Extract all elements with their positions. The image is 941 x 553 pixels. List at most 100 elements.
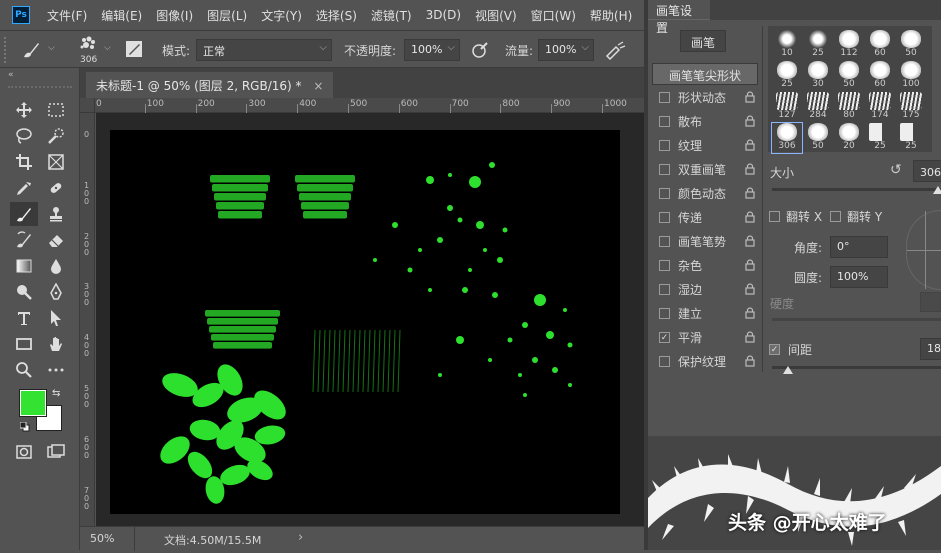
menu-view[interactable]: 视图(V) xyxy=(468,7,524,24)
lock-icon[interactable] xyxy=(745,91,755,103)
brush-option-row[interactable]: 建立 xyxy=(652,302,756,325)
brush-tip-cell[interactable]: 20 xyxy=(834,123,864,153)
brush-tip-shape-item[interactable]: 画笔笔尖形状 xyxy=(652,63,758,85)
brush-option-checkbox[interactable] xyxy=(659,356,670,367)
status-menu-arrow-icon[interactable]: › xyxy=(298,530,303,545)
flip-y-checkbox[interactable] xyxy=(830,211,841,222)
menu-edit[interactable]: 编辑(E) xyxy=(94,7,149,24)
brush-tip-cell[interactable]: 60 xyxy=(865,30,895,60)
eraser-tool-icon[interactable] xyxy=(42,228,70,252)
menu-filter[interactable]: 滤镜(T) xyxy=(364,7,419,24)
flip-x-option[interactable]: 翻转 X xyxy=(769,208,822,225)
path-select-tool-icon[interactable] xyxy=(42,306,70,330)
brush-option-checkbox[interactable] xyxy=(659,164,670,175)
brush-option-row[interactable]: 保护纹理 xyxy=(652,350,756,373)
lock-icon[interactable] xyxy=(745,163,755,175)
angle-roundness-widget[interactable] xyxy=(906,210,941,290)
brush-option-checkbox[interactable] xyxy=(659,236,670,247)
brush-option-row[interactable]: 双重画笔 xyxy=(652,158,756,181)
menu-file[interactable]: 文件(F) xyxy=(40,7,94,24)
stamp-tool-icon[interactable] xyxy=(42,202,70,226)
spacing-checkbox[interactable]: ✓ xyxy=(769,344,780,355)
brush-tip-cell[interactable]: 174 xyxy=(865,92,895,122)
brush-tool-icon[interactable] xyxy=(10,202,38,226)
type-tool-icon[interactable] xyxy=(10,306,38,330)
brushes-panel-button[interactable]: 画笔 xyxy=(680,30,726,52)
brush-tip-cell[interactable]: 306 xyxy=(771,122,803,154)
brush-option-checkbox[interactable] xyxy=(659,284,670,295)
size-slider-thumb[interactable] xyxy=(933,186,941,194)
frame-tool-icon[interactable] xyxy=(42,150,70,174)
default-colors-icon[interactable] xyxy=(19,421,30,432)
brush-option-row[interactable]: 形状动态 xyxy=(652,86,756,109)
spacing-option[interactable]: ✓ 间距 xyxy=(769,341,812,358)
rectangle-tool-icon[interactable] xyxy=(10,332,38,356)
quick-select-tool-icon[interactable] xyxy=(42,124,70,148)
document-canvas[interactable] xyxy=(110,130,620,514)
brush-tip-cell[interactable]: 284 xyxy=(803,92,833,122)
lock-icon[interactable] xyxy=(745,331,755,343)
options-bar-grip[interactable] xyxy=(4,37,10,63)
ruler-origin[interactable] xyxy=(80,98,95,113)
airbrush-icon[interactable] xyxy=(604,40,626,61)
history-brush-tool-icon[interactable] xyxy=(10,228,38,252)
pen-tool-icon[interactable] xyxy=(42,280,70,304)
lock-icon[interactable] xyxy=(745,115,755,127)
lock-icon[interactable] xyxy=(745,211,755,223)
brush-option-row[interactable]: 杂色 xyxy=(652,254,756,277)
brush-tip-cell[interactable]: 127 xyxy=(772,92,802,122)
eyedropper-tool-icon[interactable] xyxy=(10,176,38,200)
menu-select[interactable]: 选择(S) xyxy=(309,7,364,24)
panel-tab-brush-settings[interactable]: 画笔设置 xyxy=(648,0,710,35)
flip-y-option[interactable]: 翻转 Y xyxy=(830,208,882,225)
dodge-tool-icon[interactable] xyxy=(10,280,38,304)
tool-preset-chevron-icon[interactable]: ⌵ xyxy=(48,43,55,53)
collapse-chevron-icon[interactable]: « xyxy=(8,70,14,80)
lasso-tool-icon[interactable] xyxy=(10,124,38,148)
foreground-color-swatch[interactable] xyxy=(19,389,47,417)
brush-option-row[interactable]: 纹理 xyxy=(652,134,756,157)
menu-help[interactable]: 帮助(H) xyxy=(583,7,639,24)
brush-option-row[interactable]: 传递 xyxy=(652,206,756,229)
brush-tip-cell[interactable]: 30 xyxy=(803,61,833,91)
swap-colors-icon[interactable]: ⇆ xyxy=(52,388,60,399)
zoom-tool-icon[interactable] xyxy=(10,358,38,382)
hand-tool-icon[interactable] xyxy=(42,332,70,356)
menu-layer[interactable]: 图层(L) xyxy=(200,7,254,24)
brush-tip-cell[interactable]: 25 xyxy=(803,30,833,60)
canvas-area[interactable] xyxy=(96,113,644,526)
brush-tip-cell[interactable]: 25 xyxy=(896,123,926,153)
menu-3d[interactable]: 3D(D) xyxy=(419,8,468,22)
lock-icon[interactable] xyxy=(745,355,755,367)
close-tab-icon[interactable]: × xyxy=(313,79,323,93)
brush-option-checkbox[interactable] xyxy=(659,212,670,223)
spot-heal-tool-icon[interactable] xyxy=(42,176,70,200)
menu-window[interactable]: 窗口(W) xyxy=(524,7,583,24)
brush-tip-cell[interactable]: 175 xyxy=(896,92,926,122)
quick-mask-icon[interactable] xyxy=(10,440,38,464)
brush-option-checkbox[interactable] xyxy=(659,140,670,151)
brush-panel-toggle-icon[interactable] xyxy=(124,39,144,59)
flip-x-checkbox[interactable] xyxy=(769,211,780,222)
size-input[interactable]: 306 像 xyxy=(913,160,941,182)
angle-input[interactable]: 0° xyxy=(830,236,888,258)
ruler-vertical[interactable]: 0 1 0 0 2 0 0 3 0 0 4 0 0 5 0 0 6 0 0 7 0 0 xyxy=(80,113,95,526)
brush-tip-cell[interactable]: 50 xyxy=(896,30,926,60)
menu-image[interactable]: 图像(I) xyxy=(149,7,200,24)
brush-preset-thumb-icon[interactable] xyxy=(78,35,100,53)
brush-tip-cell[interactable]: 80 xyxy=(834,92,864,122)
zoom-level[interactable]: 50% xyxy=(90,532,114,545)
ruler-horizontal[interactable]: 0 100 200 300 400 500 600 700 800 900 1000 xyxy=(80,98,644,113)
brush-tip-cell[interactable]: 60 xyxy=(865,61,895,91)
size-slider[interactable] xyxy=(772,188,941,191)
flow-input[interactable]: 100% ⌵ xyxy=(538,39,594,61)
brush-option-checkbox[interactable] xyxy=(659,260,670,271)
lock-icon[interactable] xyxy=(745,139,755,151)
brush-option-row[interactable]: 湿边 xyxy=(652,278,756,301)
brush-tip-cell[interactable]: 50 xyxy=(834,61,864,91)
brush-tip-cell[interactable]: 50 xyxy=(803,123,833,153)
spacing-slider-thumb[interactable] xyxy=(783,366,793,374)
brush-tip-cell[interactable]: 112 xyxy=(834,30,864,60)
move-tool-icon[interactable] xyxy=(10,98,38,122)
brush-tip-cell[interactable]: 100 xyxy=(896,61,926,91)
